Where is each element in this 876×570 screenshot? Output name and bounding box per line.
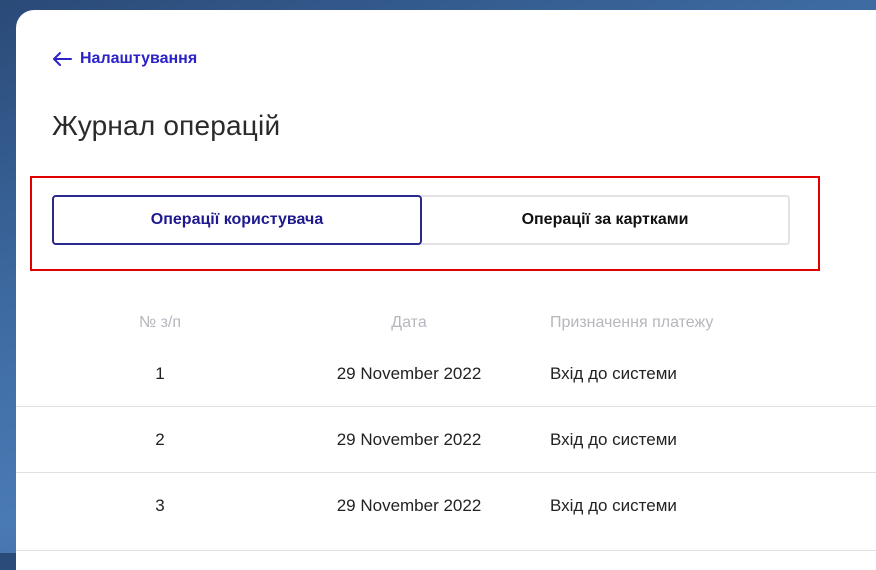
content-card: Налаштування Журнал операцій Операції ко…	[16, 10, 876, 570]
row-number: 1	[155, 363, 165, 383]
row-purpose: Вхід до системи	[550, 495, 677, 515]
row-number: 3	[155, 495, 165, 515]
operations-table: № з/п Дата Призначення платежу 1 29 Nove…	[16, 305, 876, 538]
column-header-purpose: Призначення платежу	[550, 314, 714, 331]
table-row[interactable]: 3 29 November 2022 Вхід до системи	[16, 473, 876, 538]
table-row[interactable]: 1 29 November 2022 Вхід до системи	[16, 341, 876, 407]
tab-switcher: Операції користувача Операції за карткам…	[52, 195, 790, 245]
table-bottom-divider	[16, 550, 876, 551]
row-purpose: Вхід до системи	[550, 363, 677, 383]
row-purpose: Вхід до системи	[550, 429, 677, 449]
tab-user-operations[interactable]: Операції користувача	[52, 195, 422, 245]
row-date: 29 November 2022	[336, 429, 482, 449]
back-link[interactable]: Налаштування	[52, 50, 197, 68]
row-number: 2	[155, 429, 165, 449]
column-header-date: Дата	[391, 314, 427, 331]
tab-card-operations[interactable]: Операції за картками	[422, 197, 788, 243]
arrow-left-icon	[53, 52, 72, 66]
back-link-label: Налаштування	[80, 50, 198, 67]
table-row[interactable]: 2 29 November 2022 Вхід до системи	[16, 407, 876, 473]
table-header: № з/п Дата Призначення платежу	[16, 305, 876, 341]
row-date: 29 November 2022	[336, 495, 482, 515]
page-title: Журнал операцій	[52, 110, 281, 141]
column-header-number: № з/п	[138, 314, 182, 331]
row-date: 29 November 2022	[336, 363, 482, 383]
